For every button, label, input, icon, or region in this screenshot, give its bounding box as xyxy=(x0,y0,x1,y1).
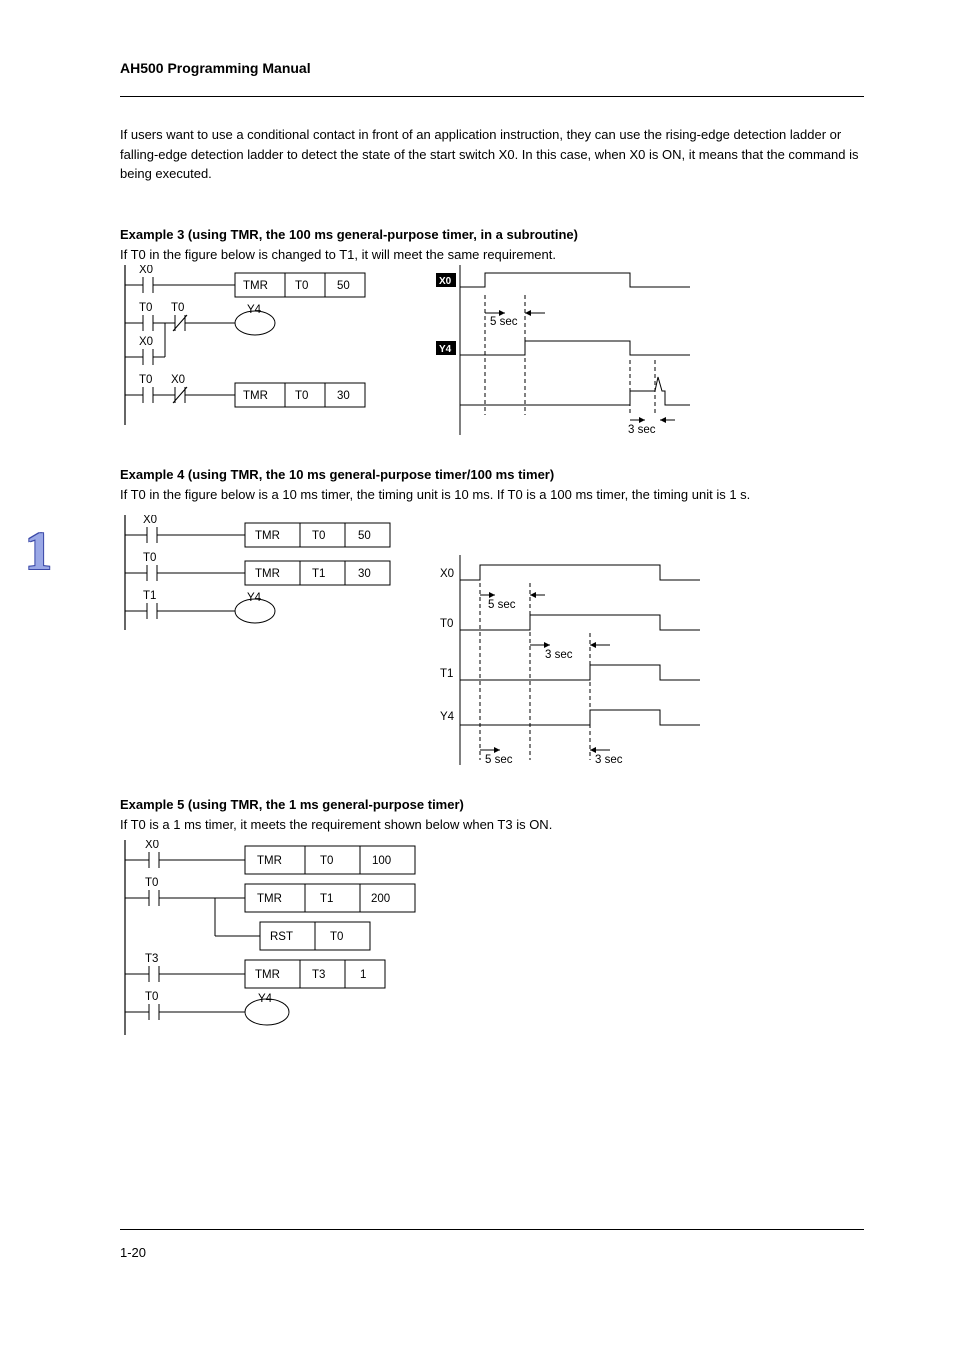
lC-l4-c: T0 xyxy=(145,991,158,1003)
lB-l2-op2: 30 xyxy=(358,568,371,580)
footer-rule xyxy=(120,1229,864,1230)
lC-l1-op2: 100 xyxy=(372,855,391,867)
tA-sig1: X0 xyxy=(439,276,452,287)
lC-l3-inst: TMR xyxy=(255,969,280,981)
lC-l1-c: X0 xyxy=(145,840,159,851)
ex3-title: Example 3 (using TMR, the 100 ms general… xyxy=(120,225,578,245)
lC-l2-inst1: TMR xyxy=(257,893,282,905)
lA-l1-contact: X0 xyxy=(139,265,153,276)
lC-l1-inst: TMR xyxy=(257,855,282,867)
tB-sig3: T1 xyxy=(440,668,453,680)
lB-l1-op2: 50 xyxy=(358,530,371,542)
lA-l4-inst: TMR xyxy=(243,390,268,402)
lB-l3-c: T1 xyxy=(143,590,156,602)
lB-l1-c: X0 xyxy=(143,515,157,526)
ladder-diagram-A: X0 TMR T0 50 T0 T0 Y4 X0 T0 xyxy=(115,265,405,435)
ladder-diagram-B: X0 TMR T0 50 T0 TMR T1 30 T1 Y4 xyxy=(115,515,415,635)
tB-d1: 5 sec xyxy=(488,599,516,611)
lA-l3-c: X0 xyxy=(139,336,153,348)
lB-l2-c: T0 xyxy=(143,552,156,564)
tB-sig2: T0 xyxy=(440,618,453,630)
timing-diagram-B: X0 5 sec T0 3 sec T1 Y4 5 sec 3 sec xyxy=(440,555,720,775)
lC-l2-op1a: T1 xyxy=(320,893,333,905)
tA-dur2: 3 sec xyxy=(628,424,656,435)
lC-l3-c: T3 xyxy=(145,953,158,965)
page-footer: 1-20 xyxy=(120,1245,146,1260)
page-header: AH500 Programming Manual xyxy=(120,60,864,76)
intro-paragraph: If users want to use a conditional conta… xyxy=(120,125,860,184)
lC-l2-op2: T0 xyxy=(330,931,343,943)
tB-d2: 3 sec xyxy=(545,649,573,661)
lA-l1-inst: TMR xyxy=(243,280,268,292)
lC-l3-op2: 1 xyxy=(360,969,366,981)
lB-l3-out: Y4 xyxy=(247,592,262,604)
lA-l2-out: Y4 xyxy=(247,304,262,316)
tB-sig1: X0 xyxy=(440,568,454,580)
lA-l4-c2: X0 xyxy=(171,374,185,386)
ex5-desc: If T0 is a 1 ms timer, it meets the requ… xyxy=(120,815,840,835)
lB-l2-inst: TMR xyxy=(255,568,280,580)
ladder-diagram-C: X0 TMR T0 100 T0 TMR T1 200 RST T0 T3 xyxy=(115,840,435,1040)
section-number: 1 xyxy=(25,520,52,582)
ex4-desc: If T0 in the figure below is a 10 ms tim… xyxy=(120,485,840,505)
lA-l2-c1: T0 xyxy=(139,302,152,314)
tA-dur1: 5 sec xyxy=(490,316,518,328)
lB-l2-op1: T1 xyxy=(312,568,325,580)
lB-l1-op1: T0 xyxy=(312,530,325,542)
ex4-title: Example 4 (using TMR, the 10 ms general-… xyxy=(120,465,554,485)
tB-d4: 3 sec xyxy=(595,754,623,766)
lA-l2-c2: T0 xyxy=(171,302,184,314)
lC-l4-out: Y4 xyxy=(258,993,273,1005)
lC-l3-op1: T3 xyxy=(312,969,325,981)
lC-l2-op1b: 200 xyxy=(371,893,390,905)
lC-l1-op1: T0 xyxy=(320,855,333,867)
lA-l4-op1: T0 xyxy=(295,390,308,402)
ex5-title: Example 5 (using TMR, the 1 ms general-p… xyxy=(120,795,464,815)
lB-l1-inst: TMR xyxy=(255,530,280,542)
timing-diagram-A: X0 5 sec Y4 3 sec xyxy=(430,265,700,435)
tA-sig2: Y4 xyxy=(439,344,452,355)
header-rule xyxy=(120,96,864,97)
lA-l4-op2: 30 xyxy=(337,390,350,402)
lA-l1-op1: T0 xyxy=(295,280,308,292)
tB-sig4: Y4 xyxy=(440,711,455,723)
ex3-desc: If T0 in the figure below is changed to … xyxy=(120,245,840,265)
lA-l1-op2: 50 xyxy=(337,280,350,292)
tB-d3: 5 sec xyxy=(485,754,513,766)
lC-l2-inst2: RST xyxy=(270,931,293,943)
lC-l2-c: T0 xyxy=(145,877,158,889)
lA-l4-c: T0 xyxy=(139,374,152,386)
